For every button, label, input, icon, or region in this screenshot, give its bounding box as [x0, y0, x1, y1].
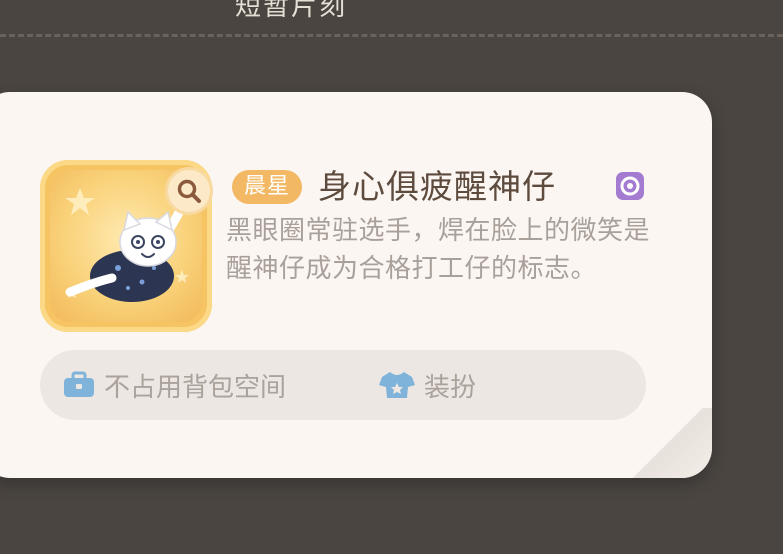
item-description: 黑眼圈常驻选手，焊在脸上的微笑是醒神仔成为合格打工仔的标志。	[226, 216, 651, 284]
item-type-icon	[612, 168, 648, 204]
flower-icon	[616, 172, 644, 200]
briefcase-icon	[62, 371, 96, 399]
attribute-label: 装扮	[424, 372, 477, 403]
attribute-label: 不占用背包空间	[104, 372, 287, 403]
attribute-no-bag-space: 不占用背包空间	[62, 350, 286, 420]
shirt-icon	[378, 370, 416, 400]
rarity-badge: 晨星	[232, 170, 303, 204]
page-curl-decoration	[622, 408, 712, 478]
item-name: 身心俱疲醒神仔	[318, 167, 556, 206]
attribute-outfit: 装扮	[378, 350, 476, 420]
magnifier-icon	[177, 179, 201, 203]
zoom-button[interactable]	[165, 167, 213, 215]
header-divider	[0, 34, 783, 37]
item-detail-card: 晨星 身心俱疲醒神仔 黑眼圈常驻选手，焊在脸上的微笑是醒神仔成为合格打工仔的标志…	[0, 92, 712, 478]
item-attributes-bar: 不占用背包空间 装扮	[40, 350, 646, 420]
header-title: 短暂片刻	[235, 0, 348, 22]
